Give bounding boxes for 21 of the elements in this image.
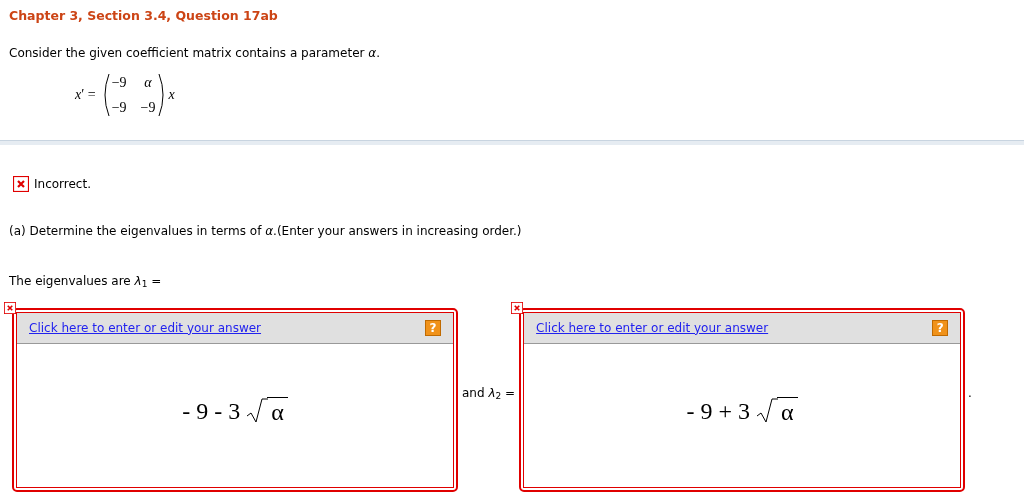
answer-expression: - 9 + 3 [686, 397, 752, 427]
matrix-entry: −9 [111, 73, 127, 92]
equation-lhs: x′ = [75, 86, 96, 105]
eigenvalues-lead: The eigenvalues are λ$_{1}$ = [9, 272, 163, 290]
radicand: α [777, 397, 798, 426]
question-title: Chapter 3, Section 3.4, Question 17ab [9, 7, 279, 25]
feedback-text: Incorrect. [34, 175, 91, 193]
between-text: and λ$_{2}$ = [461, 384, 517, 402]
period-text: . [968, 384, 972, 402]
equation-rhs: x [168, 86, 175, 105]
answer-expression: - 9 - 3 [182, 397, 242, 427]
answer-box[interactable]: Click here to enter or edit your answer ? - 9 - 3 α [12, 307, 458, 492]
matrix-entry: −9 [140, 98, 156, 117]
edit-answer-link[interactable]: Click here to enter or edit your answer [29, 318, 262, 337]
answer-box[interactable]: Click here to enter or edit your answer ? - 9 + 3 α [519, 307, 966, 492]
intro-text: Consider the given coefficient matrix contains a parameter α. [9, 44, 381, 62]
edit-answer-link[interactable]: Click here to enter or edit your answer [536, 318, 769, 337]
matrix-entry: −9 [111, 98, 127, 117]
part-a-prompt: (a) Determine the eigenvalues in terms of α.(Enter your answers in increasing order.) [9, 222, 523, 240]
radicand: α [267, 397, 288, 426]
matrix-entry: α [143, 73, 153, 92]
